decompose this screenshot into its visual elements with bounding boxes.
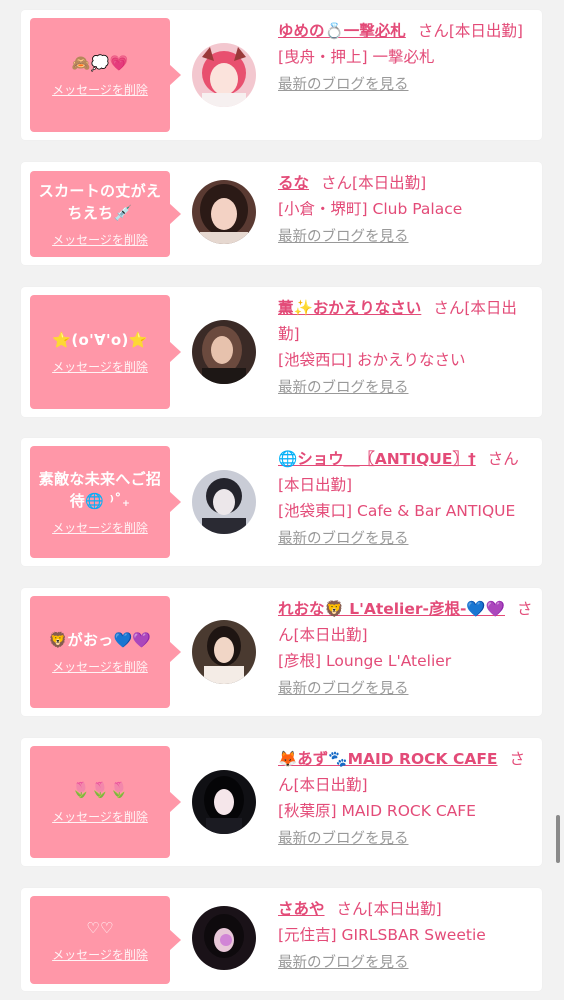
cast-card: 🦁がおっ💙💜 メッセージを削除 れおな🦁 L'Atelier-彦根-💙💜 さん[本… xyxy=(21,588,542,716)
message-bubble: 🌷🌷🌷 メッセージを削除 xyxy=(30,746,181,858)
message-bubble: ♡♡ メッセージを削除 xyxy=(30,896,181,984)
message-text: 🙈💭💗 xyxy=(71,54,129,72)
latest-blog-link[interactable]: 最新のブログを見る xyxy=(278,526,536,552)
avatar-photo-icon xyxy=(192,180,256,244)
avatar-photo-icon xyxy=(192,470,256,534)
cast-card: 🌷🌷🌷 メッセージを削除 🦊あず🐾MAID ROCK CAFE さん[本日出勤] … xyxy=(21,738,542,866)
cast-name-link[interactable]: るな xyxy=(278,174,309,192)
message-bubble: スカートの丈がえちえち💉 メッセージを削除 xyxy=(30,171,181,257)
scrollbar[interactable] xyxy=(556,815,560,863)
latest-blog-link[interactable]: 最新のブログを見る xyxy=(278,950,536,976)
cast-card: スカートの丈がえちえち💉 メッセージを削除 るな さん[本日出勤] [小倉・堺町]… xyxy=(21,162,542,265)
avatar-photo-icon xyxy=(192,320,256,384)
cast-name-link[interactable]: 🦊あず🐾MAID ROCK CAFE xyxy=(278,750,498,768)
cast-card: ♡♡ メッセージを削除 さあや さん[本日出勤] [元住吉] GIRLSBAR S… xyxy=(21,888,542,991)
attendance-status: さん[本日出勤] xyxy=(321,174,427,192)
latest-blog-link[interactable]: 最新のブログを見る xyxy=(278,72,536,98)
delete-message-link[interactable]: メッセージを削除 xyxy=(52,359,148,375)
cast-card: 🙈💭💗 メッセージを削除 ゆめの💍一撃必札 さん[本日出勤] [曳舟・押上] 一撃… xyxy=(21,10,542,140)
latest-blog-link[interactable]: 最新のブログを見る xyxy=(278,826,536,852)
message-text: ⭐(o'∀'o)⭐ xyxy=(52,331,148,349)
shop-info: [元住吉] GIRLSBAR Sweetie xyxy=(278,926,486,944)
avatar[interactable] xyxy=(192,180,256,244)
avatar-photo-icon xyxy=(192,620,256,684)
message-text: 素敵な未来へご招待🌐 ⁾˚₊ xyxy=(38,470,162,510)
cast-info: さあや さん[本日出勤] [元住吉] GIRLSBAR Sweetie 最新のブロ… xyxy=(278,896,536,976)
avatar[interactable] xyxy=(192,906,256,970)
delete-message-link[interactable]: メッセージを削除 xyxy=(52,947,148,963)
cast-info: れおな🦁 L'Atelier-彦根-💙💜 さん[本日出勤] [彦根] Lounge… xyxy=(278,596,536,702)
latest-blog-link[interactable]: 最新のブログを見る xyxy=(278,375,536,401)
latest-blog-link[interactable]: 最新のブログを見る xyxy=(278,676,536,702)
shop-info: [曳舟・押上] 一撃必札 xyxy=(278,48,435,66)
latest-blog-link[interactable]: 最新のブログを見る xyxy=(278,224,536,250)
message-text: ♡♡ xyxy=(86,919,114,937)
cast-info: ゆめの💍一撃必札 さん[本日出勤] [曳舟・押上] 一撃必札 最新のブログを見る xyxy=(278,18,536,98)
avatar[interactable] xyxy=(192,43,256,107)
delete-message-link[interactable]: メッセージを削除 xyxy=(52,809,148,825)
avatar[interactable] xyxy=(192,470,256,534)
shop-info: [池袋東口] Cafe & Bar ANTIQUE xyxy=(278,502,516,520)
cast-info: 薫✨おかえりなさい さん[本日出勤] [池袋西口] おかえりなさい 最新のブログを… xyxy=(278,295,536,401)
attendance-status: さん[本日出勤] xyxy=(417,22,523,40)
message-text: スカートの丈がえちえち💉 xyxy=(38,182,162,222)
cast-card: 素敵な未来へご招待🌐 ⁾˚₊ メッセージを削除 🌐ショウ＿〖ANTIQUE〗† さ… xyxy=(21,438,542,566)
delete-message-link[interactable]: メッセージを削除 xyxy=(52,659,148,675)
message-bubble: 素敵な未来へご招待🌐 ⁾˚₊ メッセージを削除 xyxy=(30,446,181,558)
cast-info: 🦊あず🐾MAID ROCK CAFE さん[本日出勤] [秋葉原] MAID RO… xyxy=(278,746,536,852)
avatar-photo-icon xyxy=(192,770,256,834)
shop-info: [池袋西口] おかえりなさい xyxy=(278,351,466,369)
shop-info: [彦根] Lounge L'Atelier xyxy=(278,652,452,670)
avatar-photo-icon xyxy=(192,43,256,107)
shop-info: [小倉・堺町] Club Palace xyxy=(278,200,463,218)
avatar[interactable] xyxy=(192,620,256,684)
message-text: 🌷🌷🌷 xyxy=(71,781,129,799)
message-text: 🦁がおっ💙💜 xyxy=(48,631,152,649)
avatar-photo-icon xyxy=(192,906,256,970)
delete-message-link[interactable]: メッセージを削除 xyxy=(52,82,148,98)
message-bubble: 🙈💭💗 メッセージを削除 xyxy=(30,18,181,132)
cast-info: るな さん[本日出勤] [小倉・堺町] Club Palace 最新のブログを見る xyxy=(278,170,536,250)
delete-message-link[interactable]: メッセージを削除 xyxy=(52,520,148,536)
avatar[interactable] xyxy=(192,320,256,384)
cast-info: 🌐ショウ＿〖ANTIQUE〗† さん[本日出勤] [池袋東口] Cafe & Ba… xyxy=(278,446,536,552)
cast-name-link[interactable]: さあや xyxy=(278,900,325,918)
delete-message-link[interactable]: メッセージを削除 xyxy=(52,232,148,248)
attendance-status: さん[本日出勤] xyxy=(336,900,442,918)
avatar[interactable] xyxy=(192,770,256,834)
message-bubble: ⭐(o'∀'o)⭐ メッセージを削除 xyxy=(30,295,181,409)
shop-info: [秋葉原] MAID ROCK CAFE xyxy=(278,802,476,820)
cast-name-link[interactable]: ゆめの💍一撃必札 xyxy=(278,22,406,40)
cast-card: ⭐(o'∀'o)⭐ メッセージを削除 薫✨おかえりなさい さん[本日出勤] [池袋… xyxy=(21,287,542,417)
cast-name-link[interactable]: 🌐ショウ＿〖ANTIQUE〗† xyxy=(278,450,476,468)
cast-name-link[interactable]: 薫✨おかえりなさい xyxy=(278,299,421,317)
message-bubble: 🦁がおっ💙💜 メッセージを削除 xyxy=(30,596,181,708)
cast-name-link[interactable]: れおな🦁 L'Atelier-彦根-💙💜 xyxy=(278,600,505,618)
